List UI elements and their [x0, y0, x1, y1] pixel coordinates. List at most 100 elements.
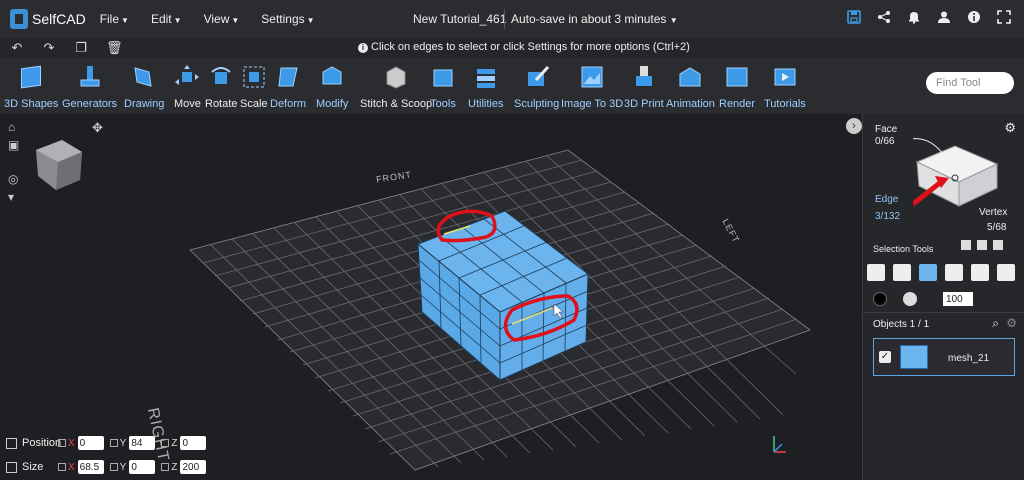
tool-stitch-scoop[interactable]: Stitch & Scoop	[360, 64, 432, 110]
select-box-icon[interactable]	[961, 240, 971, 250]
menu-file[interactable]: File ▼	[100, 12, 129, 26]
select-faces-icon[interactable]	[919, 264, 937, 281]
tool-tutorials[interactable]: Tutorials	[764, 64, 806, 110]
app-logo[interactable]: SelfCAD	[10, 9, 86, 29]
select-mesh-icon[interactable]	[893, 264, 911, 281]
tool-utilities[interactable]: Utilities	[468, 64, 503, 110]
object-visibility-checkbox[interactable]: ✓	[879, 351, 891, 363]
vertex-label[interactable]: Vertex	[979, 207, 1007, 218]
collapse-panel-button[interactable]: ›	[846, 118, 862, 134]
axis-gizmo-icon[interactable]: ✥	[92, 120, 103, 136]
find-tool-input[interactable]	[926, 72, 1014, 94]
position-z-lock[interactable]	[161, 439, 170, 447]
tool-3d-print[interactable]: 3D Print	[624, 64, 664, 110]
object-list-item[interactable]: ✓ mesh_21	[873, 338, 1015, 376]
tool-drawing[interactable]: Drawing	[124, 64, 164, 110]
gear-icon[interactable]: ⚙	[1004, 120, 1016, 136]
select-vertices-icon[interactable]	[971, 264, 989, 281]
position-x-lock[interactable]	[58, 439, 66, 447]
position-x-input[interactable]	[77, 436, 104, 450]
tool-deform[interactable]: Deform	[270, 64, 306, 110]
document-title[interactable]: New Tutorial_461	[413, 12, 506, 26]
select-all-icon[interactable]	[993, 240, 1003, 250]
drawing-icon	[131, 64, 157, 90]
trash-icon[interactable]: 🗑	[106, 40, 123, 56]
hint-message: i Click on edges to select or click Setti…	[358, 41, 690, 53]
opacity-input[interactable]	[943, 292, 973, 306]
size-x-input[interactable]	[77, 460, 104, 474]
rotate-icon	[208, 64, 234, 90]
cube-icon	[18, 64, 44, 90]
face-label[interactable]: Face	[875, 124, 897, 135]
modify-icon	[319, 64, 345, 90]
tool-modify[interactable]: Modify	[316, 64, 348, 110]
edge-label[interactable]: Edge	[875, 194, 898, 205]
fullscreen-icon[interactable]	[996, 9, 1012, 25]
objects-gear-icon[interactable]: ⚙	[1006, 316, 1017, 330]
tool-render[interactable]: Render	[719, 64, 755, 110]
sphere-material-icon[interactable]	[903, 292, 917, 306]
position-y-input[interactable]	[129, 436, 156, 450]
select-multi-icon[interactable]	[977, 240, 987, 250]
deform-icon	[275, 64, 301, 90]
image-icon	[579, 64, 605, 90]
bell-icon[interactable]	[906, 9, 922, 25]
selection-tools-label: Selection Tools	[873, 244, 934, 254]
scene-canvas[interactable]	[0, 114, 862, 480]
tool-animation[interactable]: Animation	[666, 64, 715, 110]
object-thumbnail	[900, 345, 928, 369]
object-name: mesh_21	[948, 353, 990, 364]
select-edges-icon[interactable]	[945, 264, 963, 281]
selection-mode-cube[interactable]	[913, 134, 1003, 209]
select-paint-icon[interactable]	[997, 264, 1015, 281]
tool-3d-shapes[interactable]: 3D Shapes	[4, 64, 58, 110]
info-small-icon: i	[358, 43, 368, 53]
navigation-cube[interactable]	[34, 132, 84, 192]
select-object-icon[interactable]	[867, 264, 885, 281]
undo-icon[interactable]: ↶	[10, 40, 24, 56]
search-icon[interactable]: ⌕	[992, 316, 999, 331]
menu-edit[interactable]: Edit ▼	[151, 12, 182, 26]
chevron-down-icon[interactable]: ▾	[8, 190, 19, 204]
tool-generators[interactable]: Generators	[62, 64, 117, 110]
objects-label: Objects 1 / 1	[873, 319, 930, 330]
tools-icon	[430, 64, 456, 90]
face-count: 0/66	[875, 136, 895, 147]
position-z-input[interactable]	[180, 436, 207, 450]
share-icon[interactable]	[876, 9, 892, 25]
app-name: SelfCAD	[32, 11, 86, 27]
redo-icon[interactable]: ↷	[42, 40, 56, 56]
render-icon	[724, 64, 750, 90]
user-icon[interactable]	[936, 9, 952, 25]
tool-tools[interactable]: Tools	[430, 64, 456, 110]
size-icon	[6, 461, 17, 473]
tool-rotate[interactable]: Rotate	[205, 64, 237, 110]
position-row: Position X Y Z	[6, 436, 212, 450]
camera-icon[interactable]: ▣	[8, 138, 19, 152]
position-y-lock[interactable]	[109, 439, 118, 447]
globe-icon[interactable]: ◎	[8, 172, 19, 186]
title-separator	[504, 9, 505, 29]
tool-scale[interactable]: Scale	[240, 64, 268, 110]
size-x-lock[interactable]	[58, 463, 66, 471]
tool-sculpting[interactable]: Sculpting	[514, 64, 559, 110]
menu-settings[interactable]: Settings ▼	[261, 12, 314, 26]
size-row: Size X Y Z	[6, 460, 212, 474]
info-icon[interactable]	[966, 9, 982, 25]
tool-move[interactable]: Move	[174, 64, 201, 110]
save-icon[interactable]	[846, 9, 862, 25]
home-view-icon[interactable]: ⌂	[8, 120, 19, 134]
stitch-icon	[383, 64, 409, 90]
tool-image-to-3d[interactable]: Image To 3D	[561, 64, 623, 110]
size-z-input[interactable]	[180, 460, 207, 474]
sculpting-icon	[524, 64, 550, 90]
size-z-lock[interactable]	[161, 463, 170, 471]
size-y-input[interactable]	[129, 460, 156, 474]
menu-view[interactable]: View ▼	[204, 12, 240, 26]
copy-icon[interactable]: ❐	[74, 40, 88, 56]
size-y-lock[interactable]	[109, 463, 118, 471]
autosave-dropdown[interactable]: Auto-save in about 3 minutes ▼	[511, 12, 678, 26]
3d-viewport[interactable]: ⌂ ▣ ◎ ▾ ✥ › FRONT LEFT RIGHT Position X …	[0, 114, 862, 480]
color-black-icon[interactable]	[873, 292, 887, 306]
printer-icon	[631, 64, 657, 90]
